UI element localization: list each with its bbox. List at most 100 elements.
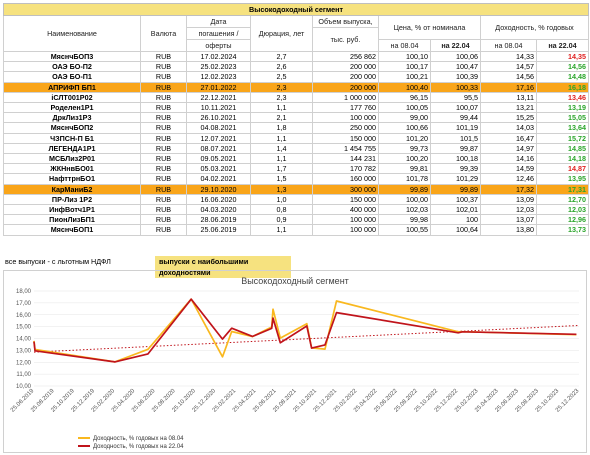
cell-price-0804: 100,00	[378, 193, 431, 206]
cell-duration: 1,5	[250, 173, 313, 185]
cell-currency: RUB	[140, 153, 187, 165]
table-title: Высокодоходный сегмент	[2, 3, 590, 16]
cell-duration: 1,0	[250, 193, 313, 206]
cell-price-0804: 100,55	[378, 224, 431, 236]
cell-currency: RUB	[140, 132, 187, 144]
cell-price-2204: 99,89	[430, 183, 481, 195]
cell-yield-0804: 13,09	[480, 193, 537, 206]
cell-price-2204: 100,06	[430, 50, 481, 63]
cell-bond-name: КарМаниБ2	[3, 183, 141, 195]
cell-yield-2204: 13,46	[535, 91, 590, 104]
col-header-yield-date2: на 22.04	[535, 39, 590, 52]
col-header-yield-date1: на 08.04	[480, 39, 537, 52]
cell-yield-0804: 14,16	[480, 153, 537, 165]
cell-duration: 2,6	[250, 61, 313, 73]
col-header-price-date2: на 22.04	[430, 39, 481, 52]
cell-duration: 1,4	[250, 142, 313, 155]
cell-price-0804: 96,15	[378, 91, 431, 104]
cell-bond-name: МяснчБОП3	[3, 50, 141, 63]
cell-yield-2204: 14,48	[535, 71, 590, 83]
series-line-1	[33, 298, 577, 363]
cell-yield-0804: 14,33	[480, 50, 537, 63]
cell-price-2204: 101,5	[430, 132, 481, 144]
cell-yield-2204: 13,73	[535, 224, 590, 236]
cell-maturity-date: 29.10.2020	[186, 183, 251, 195]
cell-bond-name: ЖКНнвБО01	[3, 163, 141, 175]
cell-currency: RUB	[140, 204, 187, 216]
cell-currency: RUB	[140, 224, 187, 236]
cell-maturity-date: 10.11.2021	[186, 102, 251, 114]
cell-maturity-date: 27.01.2022	[186, 81, 251, 93]
cell-yield-0804: 17,16	[480, 81, 537, 93]
cell-yield-2204: 14,87	[535, 163, 590, 175]
table-row: ПР-Лиз 1Р2 RUB 16.06.2020 1,0 150 000 100,00 1…	[3, 193, 590, 206]
table-row: ДркЛиз1Р3 RUB 26.10.2021 2,1 100 000 99,00 99,…	[3, 112, 590, 124]
cell-maturity-date: 04.08.2021	[186, 122, 251, 134]
cell-duration: 1,1	[250, 153, 313, 165]
cell-duration: 2,3	[250, 81, 313, 93]
table-row: НафттрнБО1 RUB 04.02.2021 1,5 160 000 101,78 1…	[3, 173, 590, 185]
table-row: ИнфВотч1Р1 RUB 04.03.2020 0,8 400 000 102,03 1…	[3, 204, 590, 216]
cell-maturity-date: 28.06.2019	[186, 214, 251, 226]
cell-currency: RUB	[140, 214, 187, 226]
cell-maturity-date: 09.05.2021	[186, 153, 251, 165]
cell-bond-name: МяснчБОП2	[3, 122, 141, 134]
cell-currency: RUB	[140, 173, 187, 185]
cell-price-0804: 101,20	[378, 132, 431, 144]
cell-yield-0804: 13,11	[480, 91, 537, 104]
cell-bond-name: Роделен1Р1	[3, 102, 141, 114]
cell-price-0804: 100,40	[378, 81, 431, 93]
cell-bond-name: ЛЕГЕНДА1Р1	[3, 142, 141, 155]
col-header-currency: Валюта	[140, 15, 187, 52]
cell-volume: 250 000	[312, 122, 379, 134]
cell-price-2204: 100,47	[430, 61, 481, 73]
cell-currency: RUB	[140, 163, 187, 175]
cell-price-2204: 101,19	[430, 122, 481, 134]
y-tick-label: 16,00	[16, 313, 32, 319]
cell-maturity-date: 05.03.2021	[186, 163, 251, 175]
table-row: ОАЭ БО-П1 RUB 12.02.2023 2,5 200 000 100,21 10…	[3, 71, 590, 83]
cell-duration: 1,1	[250, 224, 313, 236]
cell-volume: 150 000	[312, 193, 379, 206]
y-tick-label: 12,00	[16, 360, 32, 366]
cell-duration: 1,1	[250, 132, 313, 144]
cell-price-2204: 99,39	[430, 163, 481, 175]
cell-maturity-date: 04.03.2020	[186, 204, 251, 216]
cell-duration: 1,7	[250, 163, 313, 175]
cell-volume: 400 000	[312, 204, 379, 216]
cell-yield-0804: 13,07	[480, 214, 537, 226]
table-row: МяснчБОП2 RUB 04.08.2021 1,8 250 000 100,66 10…	[3, 122, 590, 134]
cell-yield-0804: 14,57	[480, 61, 537, 73]
cell-duration: 2,5	[250, 71, 313, 83]
cell-yield-2204: 13,19	[535, 102, 590, 114]
cell-yield-0804: 13,80	[480, 224, 537, 236]
cell-yield-0804: 12,46	[480, 173, 537, 185]
note-tax-benefit: все выпуски - с льготным НДФЛ	[5, 257, 111, 266]
cell-price-0804: 101,78	[378, 173, 431, 185]
cell-volume: 200 000	[312, 81, 379, 93]
y-tick-label: 13,00	[16, 348, 32, 354]
cell-yield-0804: 16,47	[480, 132, 537, 144]
cell-price-2204: 95,5	[430, 91, 481, 104]
cell-volume: 1 454 755	[312, 142, 379, 155]
cell-price-2204: 102,01	[430, 204, 481, 216]
cell-duration: 2,7	[250, 50, 313, 63]
cell-price-2204: 100,39	[430, 71, 481, 83]
table-row: Роделен1Р1 RUB 10.11.2021 1,1 177 760 100,05 1…	[3, 102, 590, 114]
cell-price-2204: 100,37	[430, 193, 481, 206]
cell-bond-name: ПионЛизБП1	[3, 214, 141, 226]
yield-chart-svg: Высокодоходный сегмент10,0011,0012,0013,…	[10, 276, 581, 450]
cell-yield-2204: 14,18	[535, 153, 590, 165]
table-row: МСБЛиз2Р01 RUB 09.05.2021 1,1 144 231 100,20 1…	[3, 153, 590, 165]
cell-price-0804: 102,03	[378, 204, 431, 216]
cell-currency: RUB	[140, 71, 187, 83]
cell-volume: 150 000	[312, 132, 379, 144]
cell-price-0804: 100,66	[378, 122, 431, 134]
cell-yield-2204: 12,70	[535, 193, 590, 206]
table-row: КарМаниБ2 RUB 29.10.2020 1,3 300 000 99,89 99,…	[3, 183, 590, 195]
high-yield-table: Высокодоходный сегмент Наименование Валю…	[2, 3, 590, 236]
cell-price-0804: 99,00	[378, 112, 431, 124]
cell-price-0804: 100,05	[378, 102, 431, 114]
cell-maturity-date: 12.07.2021	[186, 132, 251, 144]
cell-yield-2204: 13,95	[535, 173, 590, 185]
